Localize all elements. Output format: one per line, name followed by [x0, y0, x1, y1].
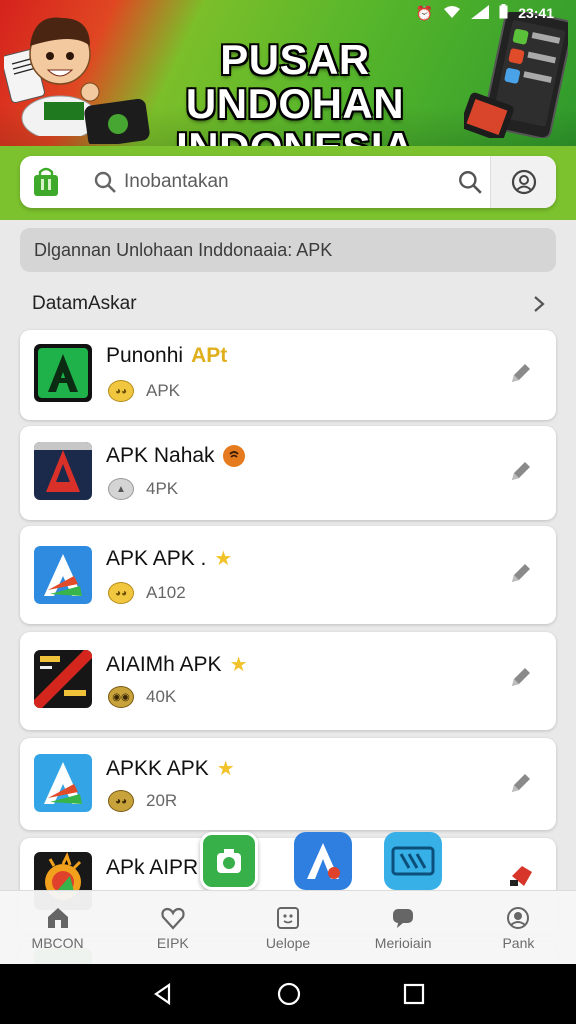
battery-icon	[499, 4, 508, 22]
banner-title: PUSAR UNDOHAN INDONESIA	[176, 36, 413, 147]
wifi-icon	[443, 5, 461, 22]
app-meta: ◕◕ 20R	[108, 790, 177, 812]
search-icon	[90, 167, 120, 197]
app-meta: ◕◕ APK	[108, 380, 180, 402]
search-bar-area	[0, 146, 576, 220]
header-banner: ⏰ 23:41 PUSAR UNDOHAN	[0, 0, 576, 146]
star-icon: ★	[214, 548, 233, 570]
recents-icon[interactable]	[403, 983, 425, 1005]
chat-icon	[393, 908, 414, 928]
profile-button[interactable]	[490, 156, 556, 208]
app-tag: APt	[191, 344, 228, 367]
mascot-badge-icon: ◕◕	[108, 582, 134, 604]
pin-icon[interactable]	[504, 858, 538, 892]
app-name: APKK APK ★	[106, 756, 235, 781]
notice-banner[interactable]: Dlgannan Unlohaan Inddonaaia: APK	[20, 228, 556, 272]
app-name: Punonhi APt	[106, 344, 228, 367]
nav-item-merioiain[interactable]: Merioiain	[346, 891, 461, 964]
home-icon	[47, 907, 68, 928]
star-icon: ★	[229, 654, 248, 676]
alarm-icon: ⏰	[415, 4, 434, 21]
app-name: APk AIPR	[106, 856, 199, 879]
fire-badge-icon	[222, 445, 245, 467]
signal-icon	[471, 4, 490, 22]
section-title: DatamAskar	[32, 293, 137, 314]
app-card[interactable]: APK APK . ★ ◕◕ A102	[20, 526, 556, 624]
app-card[interactable]: AIAIMh APK ★ ◉◉ 40K	[20, 632, 556, 730]
edit-pen-icon[interactable]	[504, 660, 538, 694]
chevron-right-icon	[534, 296, 545, 312]
back-icon[interactable]	[151, 982, 175, 1006]
owl-badge-icon: ◉◉	[108, 686, 134, 708]
app-card[interactable]: Punonhi APt ◕◕ APK	[20, 330, 556, 420]
app-name: APK APK . ★	[106, 546, 233, 571]
user-circle-icon	[511, 169, 536, 195]
store-bag-icon[interactable]	[20, 156, 72, 208]
a-logo-icon	[307, 843, 340, 879]
tv-icon	[391, 846, 435, 876]
app-icon-black-red	[34, 650, 92, 708]
edit-pen-icon[interactable]	[504, 356, 538, 390]
section-header[interactable]: DatamAskar	[20, 288, 556, 320]
mascot-badge-icon: ◕◕	[108, 380, 134, 402]
app-name: AIAIMh APK ★	[106, 652, 248, 677]
app-card[interactable]: APK Nahak ▲ 4PK	[20, 426, 556, 520]
nav-item-apk[interactable]: EIPK	[115, 891, 230, 964]
status-bar: ⏰ 23:41	[416, 4, 554, 22]
nav-item-pank[interactable]: Pank	[461, 891, 576, 964]
home-circle-icon[interactable]	[276, 981, 302, 1007]
search-submit-icon[interactable]	[450, 156, 490, 208]
edit-pen-icon[interactable]	[504, 766, 538, 800]
app-meta: ◉◉ 40K	[108, 686, 176, 708]
camera-app-shortcut[interactable]	[200, 832, 258, 890]
user-icon	[507, 906, 530, 929]
notice-text: Dlgannan Unlohaan Inddonaaia: APK	[34, 239, 333, 260]
a-app-shortcut[interactable]	[294, 832, 352, 890]
bottom-navigation: MBCON EIPK Uelope Merioiain Pank	[0, 890, 576, 964]
app-icon-green-a	[34, 344, 92, 402]
app-meta: ◕◕ A102	[108, 582, 186, 604]
status-time: 23:41	[518, 5, 554, 21]
face-icon	[277, 906, 299, 929]
rocket-badge-icon: ▲	[108, 478, 134, 500]
search-input[interactable]	[124, 162, 450, 202]
edit-pen-icon[interactable]	[504, 454, 538, 488]
app-name: APK Nahak	[106, 444, 245, 468]
nav-item-uelope[interactable]: Uelope	[230, 891, 345, 964]
mascot-badge-icon: ◕◕	[108, 790, 134, 812]
edit-pen-icon[interactable]	[504, 556, 538, 590]
star-icon: ★	[216, 758, 235, 780]
tv-app-shortcut[interactable]	[384, 832, 442, 890]
search-box	[20, 156, 556, 208]
app-meta: ▲ 4PK	[108, 478, 178, 500]
app-icon-blue-a	[34, 546, 92, 604]
nav-item-home[interactable]: MBCON	[0, 891, 115, 964]
app-card[interactable]: APKK APK ★ ◕◕ 20R	[20, 738, 556, 830]
app-icon-red-a	[34, 442, 92, 500]
app-icon-blue-a	[34, 754, 92, 812]
camera-icon	[217, 849, 241, 873]
system-navigation-bar	[0, 964, 576, 1024]
heart-icon	[161, 907, 185, 930]
